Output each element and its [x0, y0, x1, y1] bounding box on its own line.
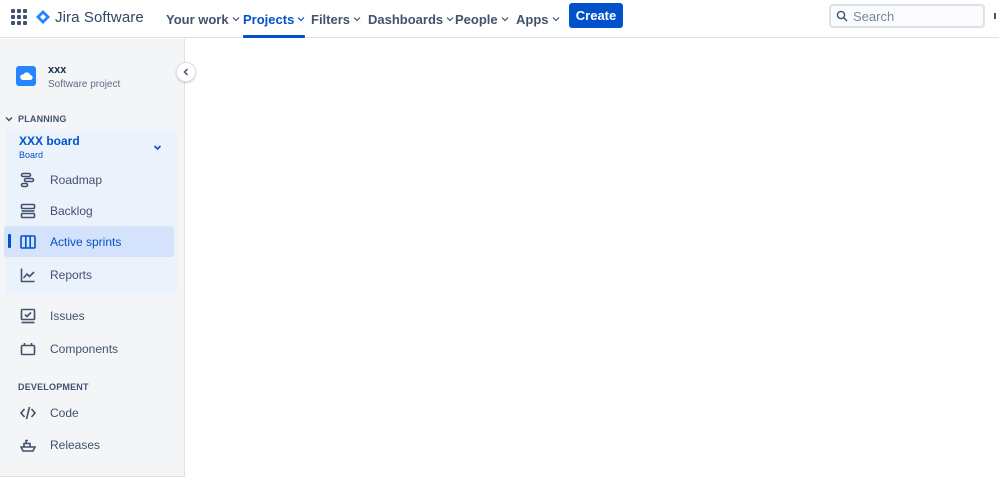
nav-apps[interactable]: Apps — [516, 0, 560, 38]
board-title[interactable]: XXX board — [19, 134, 80, 148]
sidebar-item-label: Issues — [50, 308, 85, 323]
nav-people[interactable]: People — [455, 0, 509, 38]
nav-filters-label: Filters — [311, 11, 351, 27]
nav-dashboards[interactable]: Dashboards — [368, 0, 454, 38]
nav-your-work-label: Your work — [166, 11, 229, 27]
chevron-down-icon[interactable] — [5, 115, 13, 123]
chevron-down-icon — [501, 17, 509, 22]
chevron-left-icon — [183, 68, 189, 76]
search-input[interactable] — [853, 8, 973, 24]
sidebar-item-active-sprints[interactable]: Active sprints — [4, 226, 174, 257]
chevron-down-icon — [232, 17, 240, 22]
nav-dashboards-label: Dashboards — [368, 11, 444, 27]
board-switcher-chevron-icon[interactable] — [153, 143, 162, 152]
sidebar-item-label: Releases — [50, 437, 101, 452]
nav-projects-label: Projects — [243, 11, 295, 27]
sidebar-item-reports[interactable]: Reports — [4, 259, 174, 290]
sidebar-item-backlog[interactable]: Backlog — [4, 195, 174, 226]
sidebar-item-label: Code — [50, 405, 79, 420]
components-icon — [19, 341, 37, 357]
nav-apps-label: Apps — [516, 11, 549, 27]
sidebar-item-components[interactable]: Components — [4, 333, 174, 364]
sidebar-item-label: Active sprints — [50, 234, 122, 249]
board-subtitle: Board — [19, 150, 44, 160]
development-section-label: DEVELOPMENT — [18, 382, 89, 392]
code-icon — [19, 405, 37, 421]
project-type: Software project — [48, 79, 121, 90]
board-columns-icon — [19, 234, 37, 250]
top-navigation-bar: Jira Software Your work Projects Filters… — [0, 0, 999, 38]
jira-diamond-icon — [36, 10, 50, 24]
sidebar-item-roadmap[interactable]: Roadmap — [4, 164, 174, 195]
app-switcher-grid-icon[interactable] — [11, 9, 27, 25]
project-sidebar: xxx Software project PLANNING XXX board … — [0, 39, 185, 477]
sidebar-item-label: Reports — [50, 267, 93, 282]
project-avatar — [16, 66, 36, 86]
jira-software-logo[interactable]: Jira Software — [36, 7, 144, 27]
create-button[interactable]: Create — [569, 3, 623, 28]
product-name: Jira Software — [55, 8, 144, 26]
chevron-down-icon — [353, 17, 361, 22]
nav-your-work[interactable]: Your work — [166, 0, 240, 38]
sidebar-item-code[interactable]: Code — [4, 397, 174, 428]
sidebar-item-label: Components — [50, 341, 119, 356]
nav-people-label: People — [455, 11, 498, 27]
truncated-toolbar-icon[interactable] — [994, 13, 998, 19]
sidebar-item-issues[interactable]: Issues — [4, 300, 174, 331]
sidebar-item-label: Backlog — [50, 203, 93, 218]
sidebar-item-label: Roadmap — [50, 172, 103, 187]
project-header[interactable]: xxx Software project — [16, 64, 120, 93]
search-icon — [836, 10, 848, 22]
main-content-area — [186, 39, 999, 477]
nav-projects[interactable]: Projects — [243, 0, 306, 38]
planning-section-label: PLANNING — [18, 114, 67, 124]
chevron-down-icon — [446, 17, 454, 22]
releases-ship-icon — [19, 437, 37, 453]
backlog-icon — [19, 203, 37, 219]
search-box[interactable] — [829, 4, 985, 28]
roadmap-icon — [19, 172, 37, 188]
issues-icon — [19, 308, 37, 324]
chevron-down-icon — [297, 17, 305, 22]
collapse-sidebar-button[interactable] — [176, 62, 196, 82]
cloud-icon — [20, 72, 33, 81]
sidebar-item-releases[interactable]: Releases — [4, 429, 174, 460]
chevron-down-icon — [552, 17, 559, 22]
reports-chart-icon — [19, 267, 37, 283]
project-name: xxx — [48, 64, 67, 76]
nav-filters[interactable]: Filters — [311, 0, 361, 38]
